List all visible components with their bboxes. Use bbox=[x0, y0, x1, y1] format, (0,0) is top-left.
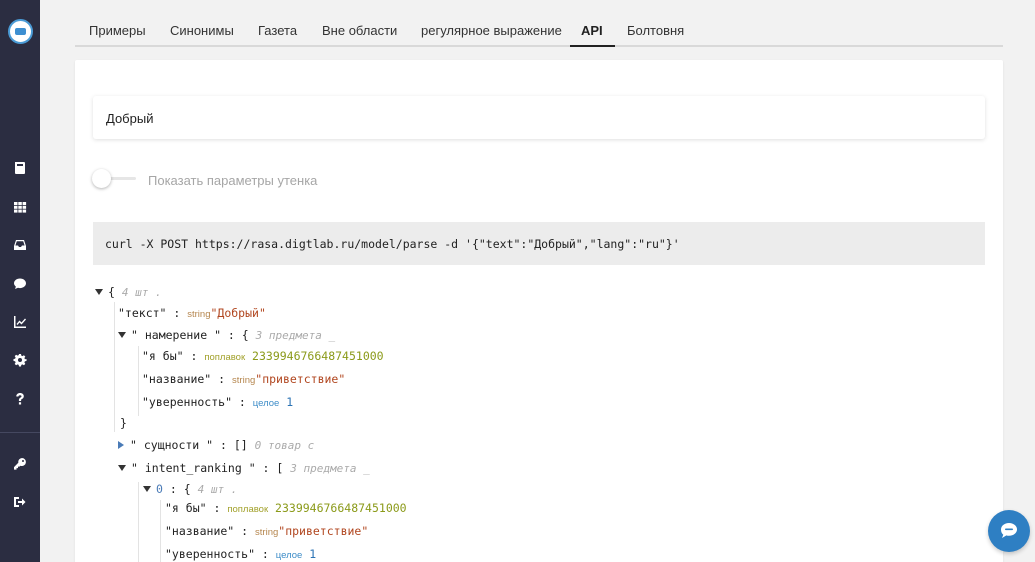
expand-arrow-icon[interactable] bbox=[118, 441, 124, 449]
json-root[interactable]: { 4 шт . bbox=[95, 285, 162, 299]
chat-bubble-icon bbox=[1001, 523, 1017, 538]
tab-regex[interactable]: регулярное выражение bbox=[421, 23, 562, 38]
json-row-intent-name: "название" : string"приветствие" bbox=[142, 372, 346, 386]
curl-command: curl -X POST https://rasa.digtlab.ru/mod… bbox=[93, 222, 985, 265]
json-value: "Добрый" bbox=[210, 306, 266, 320]
json-row-intent-id: "я бы" : поплавок 2339946766487451000 bbox=[142, 349, 384, 363]
chart-icon[interactable] bbox=[10, 312, 30, 332]
tree-guide bbox=[160, 500, 161, 562]
json-row-item-name: "название" : string"приветствие" bbox=[165, 524, 369, 538]
json-meta: 3 предмета _ bbox=[290, 462, 370, 475]
logo-icon[interactable] bbox=[8, 19, 33, 44]
json-meta: 4 шт . bbox=[197, 483, 238, 496]
json-meta: 3 предмета _ bbox=[255, 329, 336, 342]
json-type: поплавок bbox=[227, 504, 269, 515]
json-close-brace: } bbox=[120, 416, 127, 430]
json-type: целое bbox=[275, 550, 303, 561]
book-icon[interactable] bbox=[10, 158, 30, 178]
json-type: string bbox=[187, 309, 211, 320]
json-value: 2339946766487451000 bbox=[252, 349, 384, 363]
collapse-arrow-icon[interactable] bbox=[118, 332, 126, 338]
toggle-knob[interactable] bbox=[92, 169, 111, 188]
json-type: целое bbox=[252, 398, 280, 409]
tree-guide bbox=[138, 346, 139, 416]
chat-icon[interactable] bbox=[10, 274, 30, 294]
tab-chitchat[interactable]: Болтовня bbox=[627, 23, 684, 38]
sidebar bbox=[0, 0, 40, 562]
json-value: 2339946766487451000 bbox=[275, 501, 407, 515]
key-icon[interactable] bbox=[10, 454, 30, 474]
json-row-item-id: "я бы" : поплавок 2339946766487451000 bbox=[165, 501, 407, 515]
tab-synonyms[interactable]: Синонимы bbox=[170, 23, 234, 38]
json-type: string bbox=[232, 375, 256, 386]
sidebar-divider bbox=[0, 432, 40, 433]
collapse-arrow-icon[interactable] bbox=[118, 465, 126, 471]
chat-widget-button[interactable] bbox=[988, 510, 1030, 552]
tree-guide bbox=[138, 482, 139, 562]
json-row-text: "текст" : string"Добрый" bbox=[118, 306, 266, 320]
json-meta: 0 товар с bbox=[254, 439, 315, 452]
json-row-entities[interactable]: " сущности " : [] 0 товар с bbox=[118, 438, 314, 452]
collapse-arrow-icon[interactable] bbox=[95, 289, 103, 295]
tab-lookup[interactable]: Газета bbox=[258, 23, 297, 38]
json-type: поплавок bbox=[204, 352, 246, 363]
json-row-intent-confidence: "уверенность" : целое 1 bbox=[142, 395, 294, 409]
json-row-intent[interactable]: " намерение " : { 3 предмета _ bbox=[118, 328, 335, 342]
json-value: 1 bbox=[309, 547, 317, 561]
inbox-icon[interactable] bbox=[10, 235, 30, 255]
grid-icon[interactable] bbox=[10, 197, 30, 217]
tab-bar: Примеры Синонимы Газета Вне области регу… bbox=[75, 16, 1003, 47]
json-value: "приветствие" bbox=[255, 372, 346, 386]
query-input[interactable]: Добрый bbox=[93, 96, 985, 139]
duckling-toggle[interactable] bbox=[92, 169, 137, 189]
logout-icon[interactable] bbox=[10, 492, 30, 512]
tab-api[interactable]: API bbox=[581, 23, 603, 38]
active-tab-indicator bbox=[570, 45, 615, 47]
tab-examples[interactable]: Примеры bbox=[89, 23, 146, 38]
tree-guide bbox=[114, 302, 115, 432]
json-type: string bbox=[255, 527, 279, 538]
json-row-intent-ranking[interactable]: " intent_ranking " : [ 3 предмета _ bbox=[118, 461, 370, 475]
json-value: 1 bbox=[286, 395, 294, 409]
gear-icon[interactable] bbox=[10, 350, 30, 370]
json-meta: 4 шт . bbox=[121, 286, 162, 299]
json-row-ranking-item[interactable]: 0 : { 4 шт . bbox=[143, 482, 237, 496]
help-icon[interactable] bbox=[10, 389, 30, 409]
json-value: "приветствие" bbox=[278, 524, 369, 538]
collapse-arrow-icon[interactable] bbox=[143, 486, 151, 492]
toggle-label: Показать параметры утенка bbox=[148, 173, 318, 188]
json-row-item-confidence: "уверенность" : целое 1 bbox=[165, 547, 317, 561]
tab-out-of-scope[interactable]: Вне области bbox=[322, 23, 397, 38]
